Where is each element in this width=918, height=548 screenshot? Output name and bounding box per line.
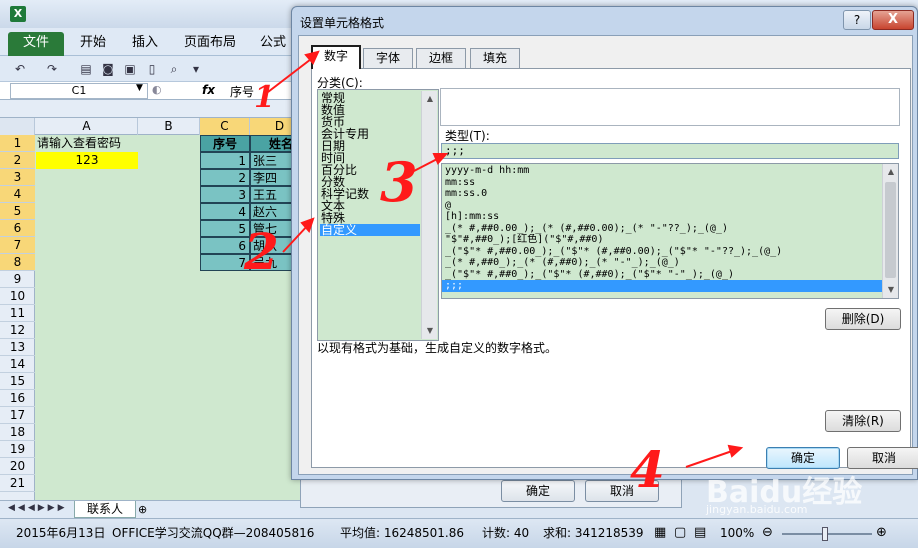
baidu-watermark-url: jingyan.baidu.com bbox=[706, 503, 808, 516]
arrow-4 bbox=[685, 449, 736, 468]
arrowhead-3 bbox=[432, 153, 449, 165]
arrow-1 bbox=[267, 55, 316, 93]
annotation-number-4: 4 bbox=[630, 440, 665, 499]
arrowhead-4 bbox=[727, 444, 744, 458]
annotation-number-2: 2 bbox=[244, 222, 279, 281]
annotation-number-3: 3 bbox=[380, 150, 418, 214]
annotation-number-1: 1 bbox=[254, 80, 275, 115]
annotation-arrows bbox=[267, 50, 744, 468]
arrow-2 bbox=[282, 223, 310, 253]
